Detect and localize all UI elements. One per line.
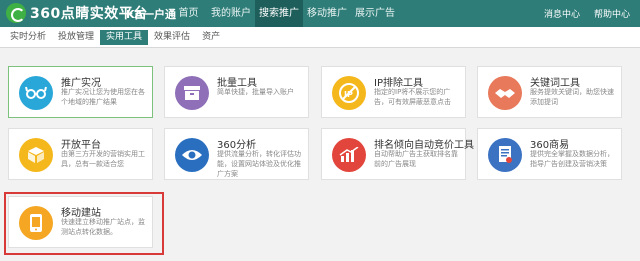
document-icon [488, 138, 522, 172]
nav-home[interactable]: 首页 [170, 0, 207, 27]
chart-icon [332, 138, 366, 172]
sub-nav: 实时分析 投放管理 实用工具 效果评估 资产 [0, 27, 640, 48]
tool-desc: 提供流量分析，转化评估功能，设置网站体验及优化推广方案 [217, 150, 301, 178]
top-bar: 360点睛实效平台 KA一户通 首页 我的账户 搜索推广 移动推广 展示广告 消… [0, 0, 640, 27]
handshake-icon [488, 76, 522, 110]
tool-desc: 简单快捷，批量导入账户 [217, 88, 294, 96]
nav-mobile-promotion[interactable]: 移动推广 [303, 0, 351, 27]
svg-text:IP: IP [344, 90, 353, 99]
tool-card-keywords[interactable]: 关键词工具 服务提效关键词，助您快速添加提词 [477, 66, 622, 118]
tool-desc: 自动帮助广告主获取排名靠前的广告展现 [374, 150, 458, 168]
subnav-tools[interactable]: 实用工具 [100, 29, 149, 45]
subnav-realtime-analysis[interactable]: 实时分析 [4, 30, 52, 45]
highlight-box [4, 192, 164, 255]
main-nav: 首页 我的账户 搜索推广 移动推广 展示广告 [170, 0, 399, 27]
subnav-effect-evaluation[interactable]: 效果评估 [148, 30, 196, 45]
logo-icon [6, 3, 26, 23]
glasses-icon [19, 76, 53, 110]
box-icon [175, 76, 209, 110]
eye-icon [175, 138, 209, 172]
tool-card-360-shangyi[interactable]: 360商易 提供完全掌握及数据分析，指导广告创建及营销决策 [477, 128, 622, 180]
tool-card-open-platform[interactable]: 开放平台 由第三方开发的营销实用工具，总有一款适合您 [8, 128, 153, 180]
tool-card-auto-bidding[interactable]: 排名倾向自动竞价工具 自动帮助广告主获取排名靠前的广告展现 [321, 128, 474, 180]
tool-desc: 推广实况让您为使用您在各个地域的推广结果 [61, 88, 145, 106]
tool-desc: 服务提效关键词，助您快速添加提词 [530, 88, 614, 106]
cube-icon [19, 138, 53, 172]
tool-card-ip-exclude[interactable]: IP IP排除工具 指定的IP将不展示您的广告，可有效屏蔽恶意点击 [321, 66, 466, 118]
message-center-link[interactable]: 消息中心 [544, 7, 580, 20]
nav-my-account[interactable]: 我的账户 [207, 0, 255, 27]
account-label[interactable]: KA一户通 [126, 6, 176, 22]
ip-icon: IP [332, 76, 366, 110]
help-center-link[interactable]: 帮助中心 [594, 7, 630, 20]
tool-desc: 提供完全掌握及数据分析，指导广告创建及营销决策 [530, 150, 614, 168]
top-right-links: 消息中心 帮助中心 [544, 0, 630, 27]
nav-search-promotion[interactable]: 搜索推广 [255, 0, 303, 27]
tool-card-batch[interactable]: 批量工具 简单快捷，批量导入账户 [164, 66, 309, 118]
subnav-campaign-management[interactable]: 投放管理 [52, 30, 100, 45]
tool-card-live-view[interactable]: 推广实况 推广实况让您为使用您在各个地域的推广结果 [8, 66, 153, 118]
nav-display-ads[interactable]: 展示广告 [351, 0, 399, 27]
tool-desc: 由第三方开发的营销实用工具，总有一款适合您 [61, 150, 145, 168]
subnav-assets[interactable]: 资产 [196, 30, 226, 45]
tool-card-360-analytics[interactable]: 360分析 提供流量分析，转化评估功能，设置网站体验及优化推广方案 [164, 128, 309, 180]
tool-desc: 指定的IP将不展示您的广告，可有效屏蔽恶意点击 [374, 88, 451, 106]
